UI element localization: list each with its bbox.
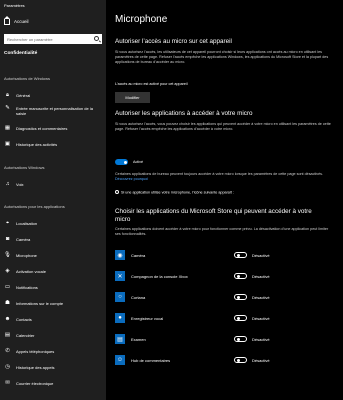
windows-permissions-header: Autorisations de Windows	[4, 76, 51, 81]
sidebar-item-location[interactable]: ⌖ Localisation	[0, 220, 106, 227]
exam-icon: ▤	[115, 334, 125, 344]
sidebar: Paramètres Accueil Confidentialité Autor…	[0, 0, 106, 400]
info-icon	[115, 190, 119, 194]
app-row-exam: ▤ Examen Désactivé	[115, 333, 333, 345]
feedback-hub-icon: ☺	[115, 355, 125, 365]
store-apps-heading: Choisir les applications du Microsoft St…	[115, 208, 312, 223]
location-icon: ⌖	[5, 220, 10, 226]
main-content: Microphone Autoriser l’accès au micro su…	[106, 0, 343, 400]
home-label: Accueil	[14, 18, 29, 24]
apps-access-toggle[interactable]	[115, 159, 128, 165]
sidebar-item-diagnostics[interactable]: ▦ Diagnostics et commentaires	[0, 125, 106, 132]
apps-access-heading: Autoriser les applications à accéder à v…	[115, 110, 253, 117]
camera-app-icon: ◉	[115, 250, 125, 260]
cortana-icon: ○	[115, 292, 125, 302]
app-toggle[interactable]	[234, 357, 247, 363]
app-toggle[interactable]	[234, 336, 247, 342]
app-name: Cortana	[131, 294, 146, 300]
current-section-title: Confidentialité	[4, 51, 38, 56]
page-title: Microphone	[115, 14, 168, 25]
camera-icon: ◙	[5, 236, 10, 242]
phone-calls-icon: ✆	[5, 348, 10, 354]
app-state: Désactivé	[252, 357, 270, 363]
diagnostics-icon: ▦	[4, 125, 11, 131]
device-access-heading: Autoriser l’accès au micro sur cet appar…	[115, 38, 232, 45]
sidebar-item-microphone[interactable]: 🎙︎ Microphone	[0, 252, 106, 259]
mic-icon-note: Si une application utilise votre microph…	[115, 190, 331, 196]
app-toggle[interactable]	[234, 252, 247, 258]
apps-access-description: Si vous autorisez l’accès, vous pouvez c…	[115, 122, 331, 131]
apps-access-toggle-state: Activé	[133, 159, 144, 164]
store-apps-description: Certaines applications doivent accéder à…	[115, 227, 329, 236]
desktop-apps-note: Certaines applications de bureau peuvent…	[115, 172, 324, 181]
app-row-xbox-companion: ✕ Compagnon de la console Xbox Désactivé	[115, 270, 333, 282]
pen-icon: ✎	[5, 105, 10, 111]
history-icon: ▣	[4, 141, 11, 147]
app-state: Désactivé	[252, 315, 270, 321]
app-name: Examen	[131, 336, 146, 342]
xbox-companion-icon: ✕	[115, 271, 125, 281]
modify-button[interactable]: Modifier	[115, 92, 150, 103]
app-name: Enregistreur vocal	[131, 315, 164, 321]
learn-why-link[interactable]: Découvrez pourquoi	[115, 177, 148, 181]
app-row-cortana: ○ Cortana Désactivé	[115, 291, 333, 303]
app-state: Désactivé	[252, 336, 270, 342]
sidebar-item-activity-history[interactable]: ▣ Historique des activités	[0, 141, 106, 148]
app-row-voice-recorder: ● Enregistreur vocal Désactivé	[115, 312, 333, 324]
microphone-icon: 🎙︎	[4, 252, 11, 258]
app-state: Désactivé	[252, 294, 270, 300]
sidebar-item-voice-activation[interactable]: ◈ Activation vocale	[0, 268, 106, 275]
sidebar-item-call-history[interactable]: ◷ Historique des appels	[0, 364, 106, 371]
app-row-camera: ◉ Caméra Désactivé	[115, 249, 333, 261]
app-toggle[interactable]	[234, 273, 247, 279]
sidebar-item-notifications[interactable]: ▭ Notifications	[0, 284, 106, 291]
sidebar-item-inking[interactable]: ✎ Entrée manuscrite et personnalisation …	[0, 105, 106, 116]
app-name: Compagnon de la console Xbox	[131, 273, 188, 279]
email-icon: ✉	[5, 380, 10, 386]
device-access-description: Si vous autorisez l’accès, les utilisate…	[115, 50, 329, 64]
app-toggle[interactable]	[234, 294, 247, 300]
app-permissions-header: Autorisations pour les applications	[4, 204, 65, 209]
app-state: Désactivé	[252, 252, 270, 258]
window-title: Paramètres	[4, 3, 25, 8]
sidebar-item-general[interactable]: 🔒︎ Général	[0, 92, 106, 99]
sidebar-item-camera[interactable]: ◙ Caméra	[0, 236, 106, 243]
app-toggle[interactable]	[234, 315, 247, 321]
app-name: Hub de commentaires	[131, 357, 171, 363]
call-history-icon: ◷	[5, 364, 10, 370]
notification-icon: ▭	[4, 284, 11, 290]
sidebar-item-account-info[interactable]: ☗ Informations sur le compte	[0, 300, 106, 307]
voice-icon: ♫	[5, 181, 10, 187]
sidebar-item-voice[interactable]: ♫ Voix	[0, 181, 106, 188]
device-access-status: L’accès au micro est activé pour cet app…	[115, 82, 188, 86]
search-input[interactable]	[7, 36, 91, 42]
sidebar-item-contacts[interactable]: ☻ Contacts	[0, 316, 106, 323]
home-icon	[4, 15, 10, 25]
contacts-icon: ☻	[4, 316, 11, 322]
account-info-icon: ☗	[5, 300, 10, 306]
search-icon[interactable]	[94, 36, 99, 41]
app-row-feedback-hub: ☺ Hub de commentaires Désactivé	[115, 354, 333, 366]
lock-icon: 🔒︎	[6, 92, 9, 98]
search-box[interactable]	[4, 34, 102, 44]
sidebar-item-phone-calls[interactable]: ✆ Appels téléphoniques	[0, 348, 106, 355]
calendar-icon: ▤	[4, 332, 11, 338]
voice-recorder-icon: ●	[115, 313, 125, 323]
sidebar-item-calendar[interactable]: ▤ Calendrier	[0, 332, 106, 339]
voice-activation-icon: ◈	[5, 268, 10, 274]
app-name: Caméra	[131, 252, 146, 258]
windows-permissions2-header: Autorisations Windows	[4, 165, 45, 170]
app-state: Désactivé	[252, 273, 270, 279]
sidebar-item-email[interactable]: ✉ Courrier électronique	[0, 380, 106, 387]
home-link[interactable]: Accueil	[4, 15, 29, 25]
